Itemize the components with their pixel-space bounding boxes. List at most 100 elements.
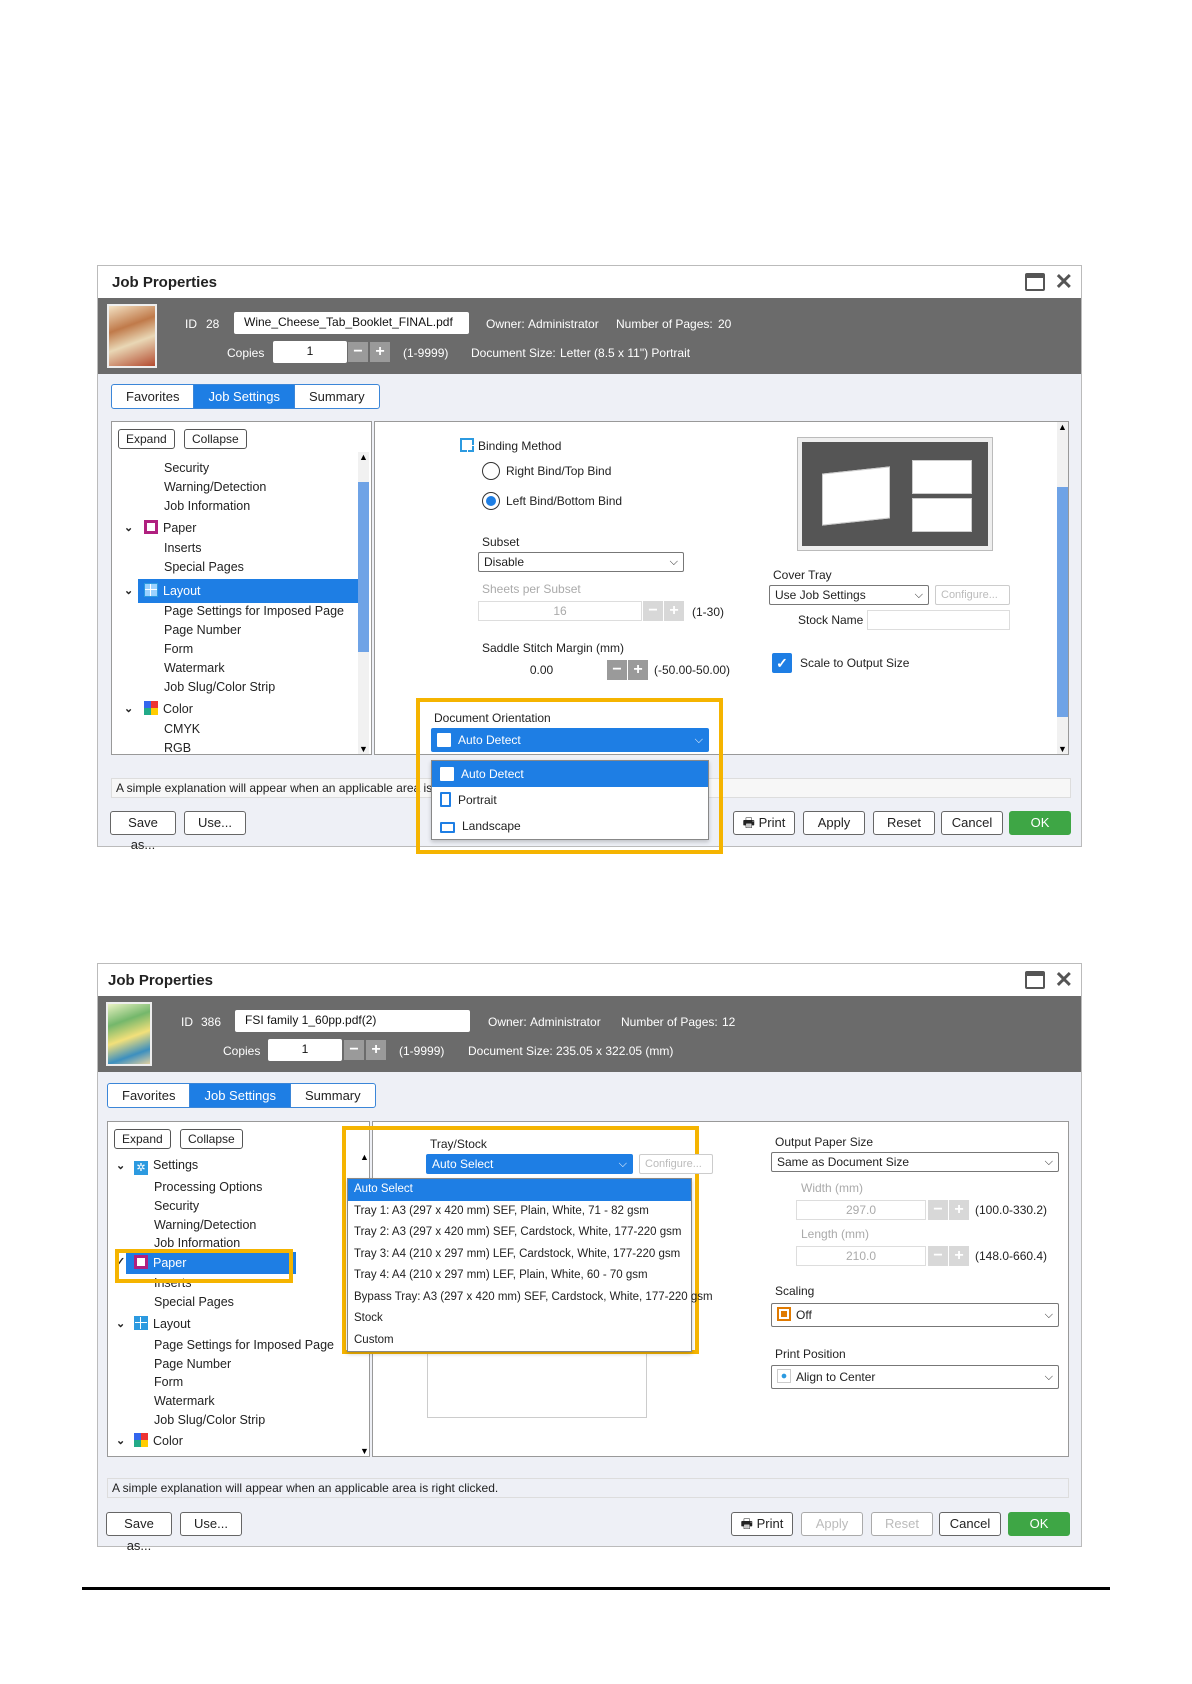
tree-item-paper[interactable]: Paper <box>144 520 196 535</box>
length-input[interactable]: 210.0 <box>796 1246 926 1266</box>
tree-item-job-information[interactable]: Job Information <box>154 1236 240 1250</box>
tree-item-inserts[interactable]: Inserts <box>164 541 202 555</box>
saddle-input[interactable]: 0.00 <box>478 660 605 680</box>
minus-icon[interactable]: − <box>348 342 368 362</box>
copies-input[interactable]: 1 <box>273 341 347 363</box>
option-landscape[interactable]: Landscape <box>432 813 708 839</box>
ok-button[interactable]: OK <box>1008 1512 1070 1536</box>
tray-configure-button[interactable]: Configure... <box>639 1154 713 1174</box>
left-bind-radio[interactable] <box>482 492 500 510</box>
scroll-down-icon[interactable]: ▼ <box>358 744 369 754</box>
scroll-up-icon[interactable]: ▲ <box>1057 422 1068 432</box>
filename-field[interactable]: Wine_Cheese_Tab_Booklet_FINAL.pdf <box>234 312 469 334</box>
tree-item-layout[interactable]: Layout <box>144 583 201 598</box>
option-stock[interactable]: Stock <box>348 1308 691 1330</box>
tree-item-special-pages[interactable]: Special Pages <box>154 1295 234 1309</box>
orientation-select[interactable]: Auto Detect ⌵ <box>431 728 709 752</box>
close-icon[interactable]: ✕ <box>1055 968 1073 992</box>
scale-checkbox[interactable]: ✓ <box>772 653 792 673</box>
width-input[interactable]: 297.0 <box>796 1200 926 1220</box>
option-tray-3[interactable]: Tray 3: A4 (210 x 297 mm) LEF, Cardstock… <box>348 1244 691 1266</box>
option-tray-1[interactable]: Tray 1: A3 (297 x 420 mm) SEF, Plain, Wh… <box>348 1201 691 1223</box>
apply-button[interactable]: Apply <box>801 1512 863 1536</box>
tray-stock-select[interactable]: Auto Select ⌵ <box>426 1154 633 1174</box>
tab-job-settings[interactable]: Job Settings <box>190 1084 292 1107</box>
plus-icon[interactable]: + <box>664 601 684 621</box>
tree-item-warning[interactable]: Warning/Detection <box>164 480 266 494</box>
tree-item-cmyk[interactable]: CMYK <box>164 722 200 736</box>
cover-tray-select[interactable]: Use Job Settings ⌵ <box>769 585 929 605</box>
tree-item-page-number[interactable]: Page Number <box>164 623 241 637</box>
chevron-down-icon[interactable]: ⌄ <box>124 521 133 534</box>
minus-icon[interactable]: − <box>344 1040 364 1060</box>
reset-button[interactable]: Reset <box>873 811 935 835</box>
cancel-button[interactable]: Cancel <box>939 1512 1001 1536</box>
option-auto-detect[interactable]: Auto Detect <box>432 761 708 787</box>
save-as-button[interactable]: Save as... <box>110 811 176 852</box>
tree-item-layout[interactable]: Layout <box>134 1316 191 1331</box>
use-button[interactable]: Use... <box>180 1512 242 1536</box>
tree-item-rgb[interactable]: RGB <box>164 741 191 755</box>
chevron-down-icon[interactable]: ⌄ <box>124 584 133 597</box>
tree-item-settings[interactable]: ✲ Settings <box>134 1158 198 1175</box>
tab-summary[interactable]: Summary <box>295 385 379 408</box>
right-bind-radio[interactable] <box>482 462 500 480</box>
use-button[interactable]: Use... <box>184 811 246 835</box>
expand-button[interactable]: Expand <box>118 429 175 449</box>
tree-item-special-pages[interactable]: Special Pages <box>164 560 244 574</box>
ok-button[interactable]: OK <box>1009 811 1071 835</box>
tree-item-warning[interactable]: Warning/Detection <box>154 1218 256 1232</box>
apply-button[interactable]: Apply <box>803 811 865 835</box>
tab-favorites[interactable]: Favorites <box>108 1084 191 1107</box>
collapse-button[interactable]: Collapse <box>184 429 247 449</box>
scroll-thumb[interactable] <box>358 482 369 652</box>
tree-item-job-slug[interactable]: Job Slug/Color Strip <box>154 1413 265 1427</box>
copies-input[interactable]: 1 <box>268 1039 342 1061</box>
stock-name-input[interactable] <box>867 610 1010 630</box>
chevron-down-icon[interactable]: ⌄ <box>116 1317 125 1330</box>
scroll-down-icon[interactable]: ▼ <box>1057 744 1068 754</box>
scroll-up-icon[interactable]: ▲ <box>358 452 369 462</box>
minus-icon[interactable]: − <box>928 1246 948 1266</box>
tab-favorites[interactable]: Favorites <box>112 385 195 408</box>
output-size-select[interactable]: Same as Document Size ⌵ <box>771 1152 1059 1172</box>
print-button[interactable]: 🖶 Print <box>731 1512 793 1536</box>
scroll-thumb[interactable] <box>1057 487 1068 717</box>
tree-item-processing[interactable]: Processing Options <box>154 1180 262 1194</box>
sheets-input[interactable]: 16 <box>478 601 642 621</box>
option-tray-4[interactable]: Tray 4: A4 (210 x 297 mm) LEF, Plain, Wh… <box>348 1265 691 1287</box>
plus-icon[interactable]: + <box>366 1040 386 1060</box>
print-button[interactable]: 🖶 Print <box>733 811 795 835</box>
tree-item-form[interactable]: Form <box>154 1375 183 1389</box>
tree-item-job-information[interactable]: Job Information <box>164 499 250 513</box>
chevron-down-icon[interactable]: ⌄ <box>116 1159 125 1172</box>
plus-icon[interactable]: + <box>370 342 390 362</box>
tree-item-color[interactable]: Color <box>144 701 193 716</box>
option-custom[interactable]: Custom <box>348 1330 691 1352</box>
close-icon[interactable]: ✕ <box>1055 270 1073 294</box>
panel-scrollbar[interactable]: ▲ ▼ <box>1057 422 1068 754</box>
cancel-button[interactable]: Cancel <box>941 811 1003 835</box>
tree-item-form[interactable]: Form <box>164 642 193 656</box>
expand-button[interactable]: Expand <box>114 1129 171 1149</box>
tree-scrollbar[interactable]: ▲ ▼ <box>358 452 369 754</box>
tree-item-page-settings[interactable]: Page Settings for Imposed Page <box>154 1338 334 1352</box>
tree-item-security[interactable]: Security <box>154 1199 199 1213</box>
minus-icon[interactable]: − <box>607 660 627 680</box>
maximize-icon[interactable] <box>1024 971 1045 989</box>
plus-icon[interactable]: + <box>949 1200 969 1220</box>
tree-item-watermark[interactable]: Watermark <box>164 661 225 675</box>
maximize-icon[interactable] <box>1024 273 1045 291</box>
tree-item-page-number[interactable]: Page Number <box>154 1357 231 1371</box>
tree-item-security[interactable]: Security <box>164 461 209 475</box>
minus-icon[interactable]: − <box>643 601 663 621</box>
tab-job-settings[interactable]: Job Settings <box>194 385 296 408</box>
reset-button[interactable]: Reset <box>871 1512 933 1536</box>
filename-field[interactable]: FSI family 1_60pp.pdf(2) <box>235 1010 470 1032</box>
tree-item-watermark[interactable]: Watermark <box>154 1394 215 1408</box>
plus-icon[interactable]: + <box>949 1246 969 1266</box>
save-as-button[interactable]: Save as... <box>106 1512 172 1553</box>
option-portrait[interactable]: Portrait <box>432 787 708 813</box>
scaling-select[interactable]: Off ⌵ <box>771 1303 1059 1327</box>
tab-summary[interactable]: Summary <box>291 1084 375 1107</box>
